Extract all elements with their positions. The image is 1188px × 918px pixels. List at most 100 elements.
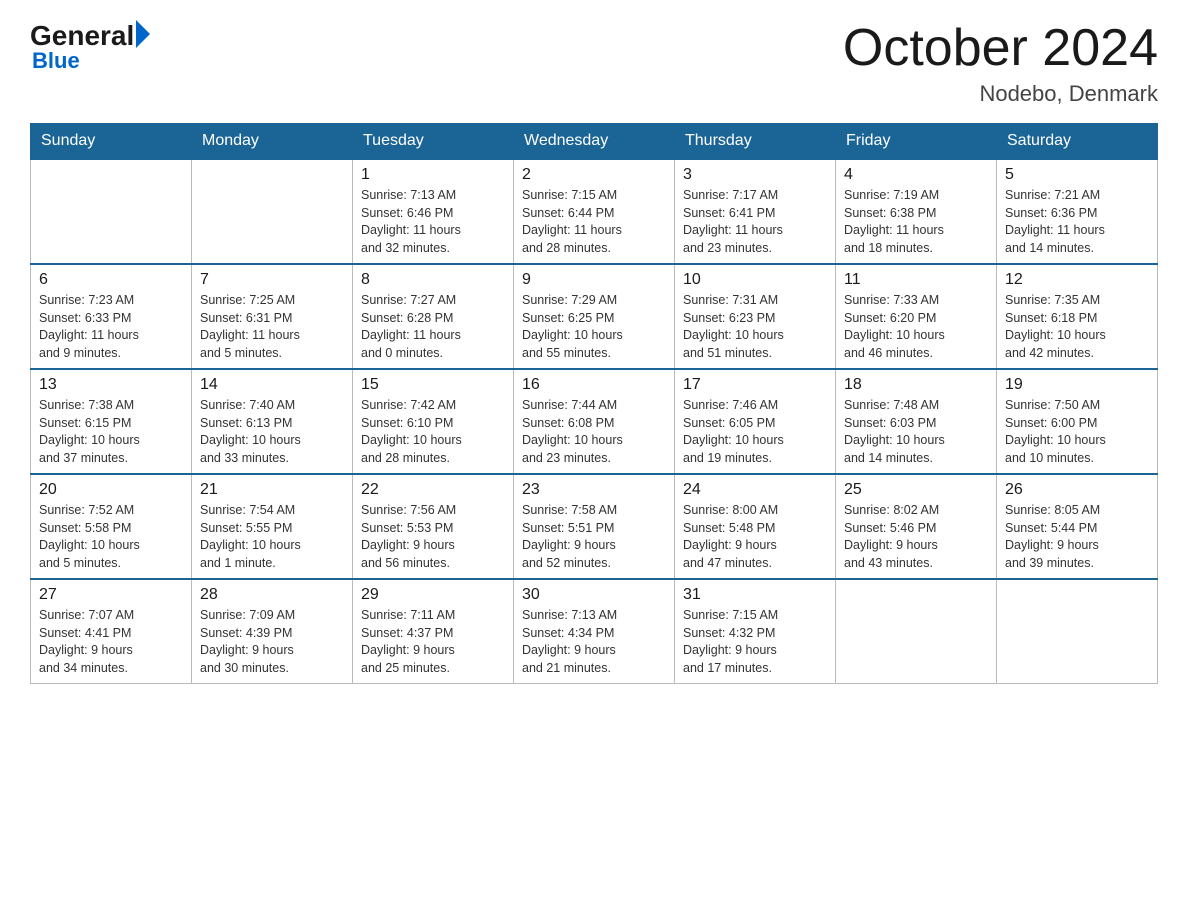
day-info: Sunrise: 7:15 AM Sunset: 6:44 PM Dayligh… xyxy=(522,187,666,257)
day-info: Sunrise: 7:17 AM Sunset: 6:41 PM Dayligh… xyxy=(683,187,827,257)
day-info: Sunrise: 7:54 AM Sunset: 5:55 PM Dayligh… xyxy=(200,502,344,572)
col-thursday: Thursday xyxy=(675,124,836,160)
calendar-cell: 14Sunrise: 7:40 AM Sunset: 6:13 PM Dayli… xyxy=(192,369,353,474)
day-info: Sunrise: 7:13 AM Sunset: 6:46 PM Dayligh… xyxy=(361,187,505,257)
calendar-cell: 18 Sunrise: 7:48 AM Sunset: 6:03 PM Dayli… xyxy=(836,369,997,474)
calendar-cell xyxy=(192,159,353,264)
day-number: 14 xyxy=(200,376,344,394)
day-number: 17 xyxy=(683,376,827,394)
col-friday: Friday xyxy=(836,124,997,160)
day-number: 25 xyxy=(844,481,988,499)
day-number: 24 xyxy=(683,481,827,499)
week-row-1: 1 Sunrise: 7:13 AM Sunset: 6:46 PM Daylig… xyxy=(31,159,1158,264)
day-info: Sunrise: 7:07 AM Sunset: 4:41 PM Dayligh… xyxy=(39,607,183,677)
calendar-cell: 31 Sunrise: 7:15 AM Sunset: 4:32 PM Dayli… xyxy=(675,579,836,684)
day-info: Sunrise: 7:21 AM Sunset: 6:36 PM Dayligh… xyxy=(1005,187,1149,257)
week-row-2: 6 Sunrise: 7:23 AM Sunset: 6:33 PM Daylig… xyxy=(31,264,1158,369)
day-number: 9 xyxy=(522,271,666,289)
month-title: October 2024 xyxy=(843,20,1158,77)
day-info: Sunrise: 7:35 AM Sunset: 6:18 PM Dayligh… xyxy=(1005,292,1149,362)
day-info: Sunrise: 7:38 AM Sunset: 6:15 PM Dayligh… xyxy=(39,397,183,467)
day-info: Sunrise: 7:52 AM Sunset: 5:58 PM Dayligh… xyxy=(39,502,183,572)
calendar-cell: 1 Sunrise: 7:13 AM Sunset: 6:46 PM Daylig… xyxy=(353,159,514,264)
day-info: Sunrise: 7:15 AM Sunset: 4:32 PM Dayligh… xyxy=(683,607,827,677)
day-info: Sunrise: 8:00 AM Sunset: 5:48 PM Dayligh… xyxy=(683,502,827,572)
col-sunday: Sunday xyxy=(31,124,192,160)
col-saturday: Saturday xyxy=(997,124,1158,160)
logo: General Blue xyxy=(30,20,150,74)
week-row-4: 20Sunrise: 7:52 AM Sunset: 5:58 PM Dayli… xyxy=(31,474,1158,579)
day-number: 4 xyxy=(844,166,988,184)
calendar-header-row: Sunday Monday Tuesday Wednesday Thursday… xyxy=(31,124,1158,160)
day-info: Sunrise: 7:09 AM Sunset: 4:39 PM Dayligh… xyxy=(200,607,344,677)
calendar-cell: 17 Sunrise: 7:46 AM Sunset: 6:05 PM Dayli… xyxy=(675,369,836,474)
calendar-cell: 2 Sunrise: 7:15 AM Sunset: 6:44 PM Daylig… xyxy=(514,159,675,264)
day-info: Sunrise: 8:02 AM Sunset: 5:46 PM Dayligh… xyxy=(844,502,988,572)
day-info: Sunrise: 7:23 AM Sunset: 6:33 PM Dayligh… xyxy=(39,292,183,362)
calendar-cell: 29Sunrise: 7:11 AM Sunset: 4:37 PM Dayli… xyxy=(353,579,514,684)
week-row-5: 27 Sunrise: 7:07 AM Sunset: 4:41 PM Dayli… xyxy=(31,579,1158,684)
page-header: General Blue October 2024 Nodebo, Denmar… xyxy=(30,20,1158,107)
day-number: 28 xyxy=(200,586,344,604)
day-info: Sunrise: 8:05 AM Sunset: 5:44 PM Dayligh… xyxy=(1005,502,1149,572)
week-row-3: 13 Sunrise: 7:38 AM Sunset: 6:15 PM Dayli… xyxy=(31,369,1158,474)
day-number: 23 xyxy=(522,481,666,499)
calendar-cell: 11Sunrise: 7:33 AM Sunset: 6:20 PM Dayli… xyxy=(836,264,997,369)
col-monday: Monday xyxy=(192,124,353,160)
day-info: Sunrise: 7:46 AM Sunset: 6:05 PM Dayligh… xyxy=(683,397,827,467)
calendar-cell: 27 Sunrise: 7:07 AM Sunset: 4:41 PM Dayli… xyxy=(31,579,192,684)
day-number: 1 xyxy=(361,166,505,184)
day-number: 5 xyxy=(1005,166,1149,184)
day-info: Sunrise: 7:27 AM Sunset: 6:28 PM Dayligh… xyxy=(361,292,505,362)
calendar-cell: 7Sunrise: 7:25 AM Sunset: 6:31 PM Daylig… xyxy=(192,264,353,369)
calendar-cell: 24 Sunrise: 8:00 AM Sunset: 5:48 PM Dayli… xyxy=(675,474,836,579)
calendar-cell: 22Sunrise: 7:56 AM Sunset: 5:53 PM Dayli… xyxy=(353,474,514,579)
day-number: 13 xyxy=(39,376,183,394)
day-number: 31 xyxy=(683,586,827,604)
calendar-cell: 12Sunrise: 7:35 AM Sunset: 6:18 PM Dayli… xyxy=(997,264,1158,369)
calendar-cell: 21 Sunrise: 7:54 AM Sunset: 5:55 PM Dayli… xyxy=(192,474,353,579)
col-tuesday: Tuesday xyxy=(353,124,514,160)
day-number: 2 xyxy=(522,166,666,184)
calendar-cell xyxy=(31,159,192,264)
day-info: Sunrise: 7:56 AM Sunset: 5:53 PM Dayligh… xyxy=(361,502,505,572)
day-number: 16 xyxy=(522,376,666,394)
day-number: 26 xyxy=(1005,481,1149,499)
calendar-cell: 19 Sunrise: 7:50 AM Sunset: 6:00 PM Dayli… xyxy=(997,369,1158,474)
day-info: Sunrise: 7:31 AM Sunset: 6:23 PM Dayligh… xyxy=(683,292,827,362)
day-number: 8 xyxy=(361,271,505,289)
calendar-cell: 5 Sunrise: 7:21 AM Sunset: 6:36 PM Daylig… xyxy=(997,159,1158,264)
day-number: 21 xyxy=(200,481,344,499)
calendar-cell: 26 Sunrise: 8:05 AM Sunset: 5:44 PM Dayli… xyxy=(997,474,1158,579)
logo-arrow-icon xyxy=(136,20,150,48)
day-number: 15 xyxy=(361,376,505,394)
day-info: Sunrise: 7:48 AM Sunset: 6:03 PM Dayligh… xyxy=(844,397,988,467)
location: Nodebo, Denmark xyxy=(843,81,1158,107)
day-info: Sunrise: 7:50 AM Sunset: 6:00 PM Dayligh… xyxy=(1005,397,1149,467)
day-info: Sunrise: 7:58 AM Sunset: 5:51 PM Dayligh… xyxy=(522,502,666,572)
day-info: Sunrise: 7:25 AM Sunset: 6:31 PM Dayligh… xyxy=(200,292,344,362)
day-number: 29 xyxy=(361,586,505,604)
calendar-cell: 9 Sunrise: 7:29 AM Sunset: 6:25 PM Daylig… xyxy=(514,264,675,369)
col-wednesday: Wednesday xyxy=(514,124,675,160)
day-number: 6 xyxy=(39,271,183,289)
calendar-cell: 30 Sunrise: 7:13 AM Sunset: 4:34 PM Dayli… xyxy=(514,579,675,684)
day-number: 30 xyxy=(522,586,666,604)
title-section: October 2024 Nodebo, Denmark xyxy=(843,20,1158,107)
calendar-cell: 23 Sunrise: 7:58 AM Sunset: 5:51 PM Dayli… xyxy=(514,474,675,579)
day-info: Sunrise: 7:29 AM Sunset: 6:25 PM Dayligh… xyxy=(522,292,666,362)
calendar-cell: 6 Sunrise: 7:23 AM Sunset: 6:33 PM Daylig… xyxy=(31,264,192,369)
calendar-cell: 25 Sunrise: 8:02 AM Sunset: 5:46 PM Dayli… xyxy=(836,474,997,579)
calendar-table: Sunday Monday Tuesday Wednesday Thursday… xyxy=(30,123,1158,684)
day-info: Sunrise: 7:19 AM Sunset: 6:38 PM Dayligh… xyxy=(844,187,988,257)
day-info: Sunrise: 7:42 AM Sunset: 6:10 PM Dayligh… xyxy=(361,397,505,467)
day-info: Sunrise: 7:44 AM Sunset: 6:08 PM Dayligh… xyxy=(522,397,666,467)
day-number: 27 xyxy=(39,586,183,604)
calendar-cell xyxy=(997,579,1158,684)
calendar-cell: 13 Sunrise: 7:38 AM Sunset: 6:15 PM Dayli… xyxy=(31,369,192,474)
calendar-cell: 15 Sunrise: 7:42 AM Sunset: 6:10 PM Dayli… xyxy=(353,369,514,474)
day-number: 18 xyxy=(844,376,988,394)
day-info: Sunrise: 7:13 AM Sunset: 4:34 PM Dayligh… xyxy=(522,607,666,677)
day-number: 19 xyxy=(1005,376,1149,394)
calendar-cell: 16 Sunrise: 7:44 AM Sunset: 6:08 PM Dayli… xyxy=(514,369,675,474)
